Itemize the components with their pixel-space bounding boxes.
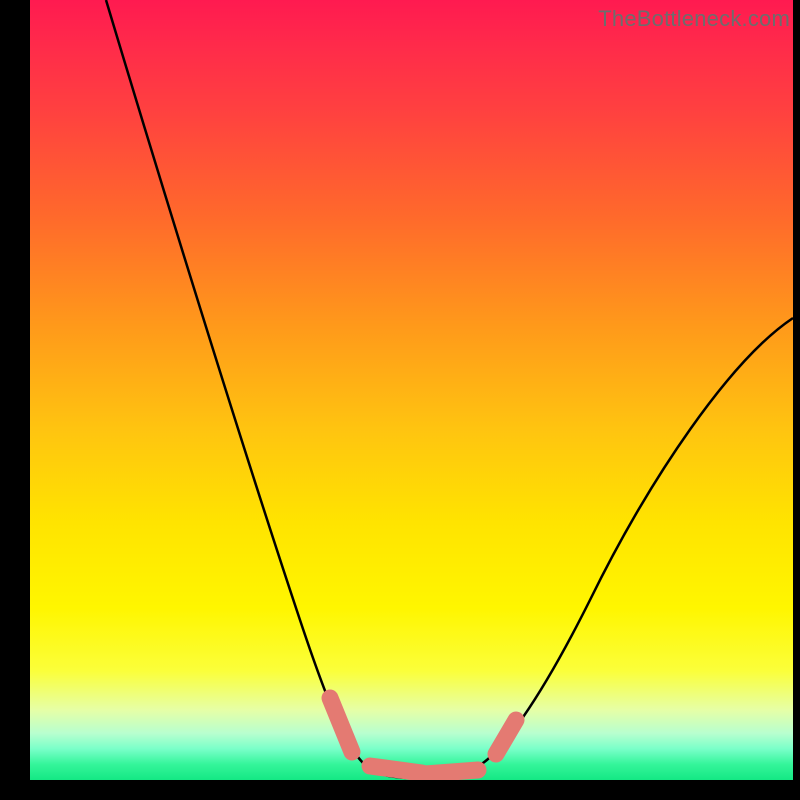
plot-area — [30, 0, 793, 780]
pill-2 — [370, 766, 422, 773]
pill-1 — [330, 698, 352, 752]
pill-3 — [425, 770, 478, 774]
bottleneck-curve — [106, 0, 793, 778]
curve-layer — [30, 0, 793, 780]
salmon-markers — [330, 698, 516, 774]
pill-4 — [496, 720, 516, 754]
